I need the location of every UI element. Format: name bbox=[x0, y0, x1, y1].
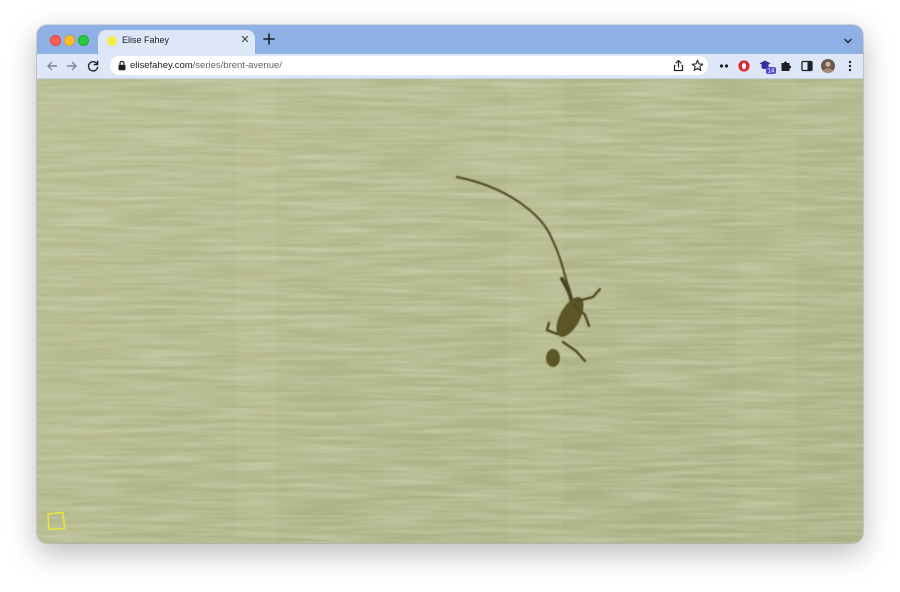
favicon-icon bbox=[107, 36, 117, 46]
url-host: elisefahey.com bbox=[130, 60, 193, 71]
square-outline-icon[interactable] bbox=[46, 511, 66, 531]
tab-close-icon[interactable]: ✕ bbox=[239, 33, 251, 47]
graduation-cap-icon: 14 bbox=[759, 60, 776, 75]
extension-dots-button[interactable] bbox=[717, 58, 731, 74]
arrow-left-icon bbox=[47, 61, 58, 71]
tab-strip: Elise Fahey ✕ bbox=[37, 25, 863, 54]
reload-button[interactable] bbox=[85, 58, 101, 74]
extensions-menu-button[interactable] bbox=[779, 58, 793, 74]
artwork-photo bbox=[37, 79, 863, 543]
back-button[interactable] bbox=[44, 58, 60, 74]
tab-active[interactable]: Elise Fahey ✕ bbox=[98, 30, 255, 54]
mortarboard-extension-button[interactable]: 14 bbox=[758, 58, 776, 75]
profile-avatar-button[interactable] bbox=[820, 58, 836, 74]
browser-menu-button[interactable] bbox=[843, 58, 857, 74]
close-window-button[interactable] bbox=[50, 35, 61, 46]
opera-extension-button[interactable] bbox=[737, 58, 751, 74]
new-tab-button[interactable] bbox=[262, 32, 276, 46]
address-bar[interactable]: elisefahey.com/series/brent-avenue/ bbox=[110, 56, 708, 75]
lock-icon[interactable] bbox=[117, 60, 127, 71]
maximize-window-button[interactable] bbox=[78, 35, 89, 46]
puzzle-piece-icon bbox=[781, 61, 791, 71]
bookmark-star-icon[interactable] bbox=[691, 59, 704, 72]
tab-search-button[interactable] bbox=[842, 34, 854, 46]
arrow-right-icon bbox=[66, 61, 77, 71]
side-panel-button[interactable] bbox=[800, 58, 814, 74]
forward-button[interactable] bbox=[64, 58, 80, 74]
plus-icon bbox=[263, 33, 275, 45]
url-text: elisefahey.com/series/brent-avenue/ bbox=[130, 60, 282, 71]
tab-title: Elise Fahey bbox=[122, 35, 170, 45]
chevron-down-icon bbox=[844, 38, 852, 44]
browser-toolbar: elisefahey.com/series/brent-avenue/ 14 bbox=[37, 54, 863, 79]
avatar bbox=[821, 59, 835, 74]
browser-window: Elise Fahey ✕ elisefahey.com/series/bren… bbox=[37, 25, 863, 543]
side-panel-icon bbox=[801, 60, 813, 72]
dots-icon bbox=[719, 64, 729, 68]
extension-badge: 14 bbox=[768, 69, 775, 74]
kebab-menu-icon bbox=[848, 60, 852, 72]
minimize-window-button[interactable] bbox=[64, 35, 75, 46]
red-o-icon bbox=[738, 60, 750, 72]
page-content bbox=[37, 79, 863, 543]
share-icon[interactable] bbox=[672, 59, 685, 72]
reload-icon bbox=[87, 60, 99, 72]
url-path: /series/brent-avenue/ bbox=[192, 60, 282, 71]
